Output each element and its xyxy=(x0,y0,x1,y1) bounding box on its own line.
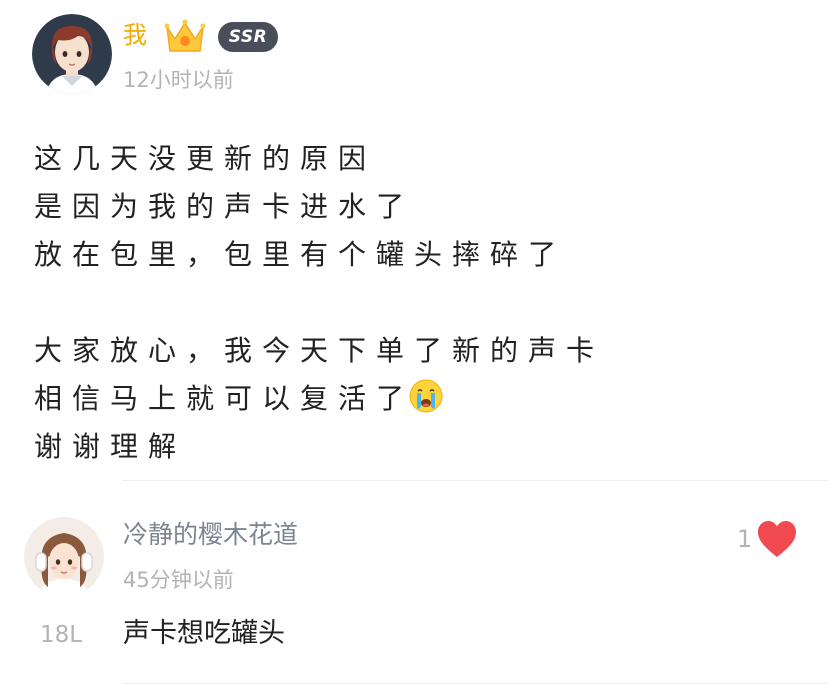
post-line-blank xyxy=(34,279,604,327)
post-line: 放在包里，包里有个罐头摔碎了 xyxy=(34,238,567,271)
boy-avatar-icon xyxy=(32,14,112,94)
commenter-name[interactable]: 冷静的樱木花道 xyxy=(123,519,298,551)
author-avatar[interactable] xyxy=(32,14,112,94)
author-name[interactable]: 我 xyxy=(123,20,147,50)
post-line: 是因为我的声卡进水了 xyxy=(34,190,415,223)
floor-label: 18L xyxy=(40,622,83,648)
post-body: 这几天没更新的原因 是因为我的声卡进水了 放在包里，包里有个罐头摔碎了 大家放心… xyxy=(34,135,604,471)
crying-face-icon xyxy=(409,379,443,413)
post-line: 大家放心，我今天下单了新的声卡 xyxy=(34,334,605,367)
commenter-avatar[interactable] xyxy=(24,517,104,597)
post-detail: 我 SSR 12小时以前 这几天没更新的原因 是因为我的声卡进水了 放在包里，包… xyxy=(0,0,828,684)
post-line: 谢谢理解 xyxy=(34,430,187,463)
divider xyxy=(122,480,828,481)
post-line: 这几天没更新的原因 xyxy=(34,142,377,175)
ssr-badge: SSR xyxy=(218,22,278,52)
girl-avatar-icon xyxy=(24,517,104,597)
like-count: 1 xyxy=(737,525,753,553)
comment-text: 声卡想吃罐头 xyxy=(123,618,285,649)
post-line-text: 相信马上就可以复活了 xyxy=(34,382,415,415)
post-line-with-emoji: 相信马上就可以复活了 xyxy=(34,375,604,423)
crown-icon xyxy=(164,19,206,52)
heart-like-icon[interactable] xyxy=(756,519,798,559)
comment-time: 45分钟以前 xyxy=(123,568,234,592)
post-time: 12小时以前 xyxy=(123,68,234,92)
